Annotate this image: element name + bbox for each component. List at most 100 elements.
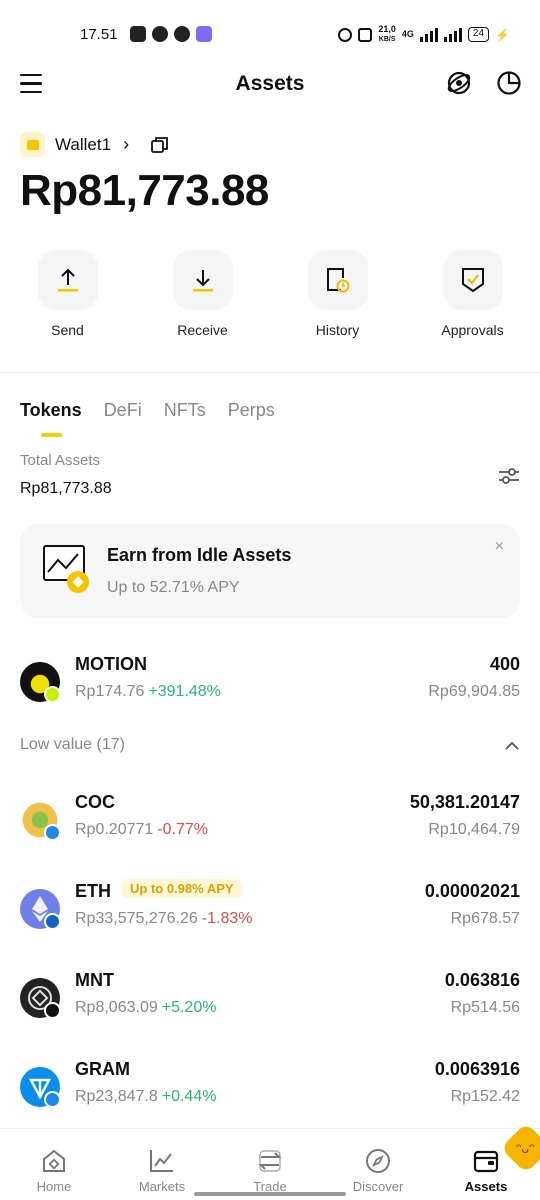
token-name: MOTION: [75, 654, 147, 674]
trade-icon: [258, 1150, 282, 1172]
status-right: 21,0 KB/S 4G 24 ⚡: [338, 25, 510, 44]
history-button[interactable]: History: [270, 250, 405, 338]
status-time: 17.51: [80, 26, 118, 43]
token-price-value: Rp33,575,276.26: [75, 910, 198, 927]
wallet-balance: Rp81,773.88: [20, 166, 269, 215]
token-value: Rp10,464.79: [428, 821, 520, 838]
net-speed-unit: KB/S: [378, 36, 396, 43]
mute-icon: [358, 27, 373, 42]
token-price-value: Rp0.20771: [75, 821, 154, 838]
nav-home-label: Home: [36, 1179, 72, 1194]
status-bar: 17.51 21,0 KB/S 4G 24 ⚡: [0, 0, 540, 68]
discord-icon: [130, 26, 146, 42]
token-amount: 0.00002021: [424, 881, 520, 901]
tab-perps[interactable]: Perps: [228, 400, 275, 421]
nav-discover-label: Discover: [352, 1179, 404, 1194]
token-row-eth[interactable]: ETH Up to 0.98% APY Rp33,575,276.26 -1.83…: [0, 879, 540, 941]
token-value: Rp69,904.85: [428, 683, 520, 700]
receive-label: Receive: [177, 322, 228, 338]
apy-badge: Up to 0.98% APY: [122, 879, 242, 898]
token-value: Rp514.56: [450, 999, 520, 1016]
earn-subtitle: Up to 52.71% APY: [107, 579, 240, 596]
token-change: +5.20%: [161, 999, 217, 1016]
nav-markets[interactable]: Markets: [108, 1129, 216, 1200]
token-value: Rp678.57: [450, 910, 520, 927]
token-price: Rp0.20771 -0.77%: [75, 821, 208, 839]
tab-tokens[interactable]: Tokens: [20, 400, 82, 437]
token-price: Rp8,063.09 +5.20%: [75, 999, 216, 1017]
signal-icon-2: [443, 27, 462, 42]
token-amount: 400: [489, 654, 520, 674]
status-notification-icons: [130, 26, 212, 42]
token-change: -1.83%: [201, 910, 253, 927]
token-price-value: Rp23,847.8: [75, 1088, 158, 1105]
token-change: +391.48%: [148, 683, 221, 700]
earn-title: Earn from Idle Assets: [107, 545, 292, 565]
total-assets-label: Total Assets: [20, 452, 101, 469]
quick-actions: Send Receive History Approvals: [0, 250, 540, 338]
token-row-mnt[interactable]: MNT Rp8,063.09 +5.20% 0.063816 Rp514.56: [0, 970, 540, 1030]
token-row-motion[interactable]: MOTION Rp174.76 +391.48% 400 Rp69,904.85: [0, 654, 540, 714]
low-value-section-header[interactable]: Low value (17): [20, 736, 520, 760]
token-price: Rp23,847.8 +0.44%: [75, 1088, 216, 1106]
pie-chart-icon[interactable]: [496, 70, 522, 96]
nav-assets-label: Assets: [464, 1179, 508, 1194]
wallet-name: Wallet1: [55, 134, 112, 154]
home-indicator[interactable]: [194, 1192, 346, 1196]
globe-network-icon[interactable]: [446, 70, 472, 96]
low-value-label: Low value (17): [20, 736, 125, 753]
ton-chain-badge-icon: [44, 1091, 61, 1108]
telegram-icon: [174, 26, 190, 42]
send-label: Send: [51, 322, 84, 338]
token-value: Rp152.42: [450, 1088, 520, 1105]
token-change: -0.77%: [157, 821, 208, 838]
smile-icon: ᵔᴗᵔ: [516, 1140, 535, 1156]
discover-icon: [366, 1149, 390, 1173]
history-label: History: [315, 322, 360, 338]
token-price: Rp174.76 +391.48%: [75, 683, 221, 701]
asset-tabs: Tokens DeFi NFTs Perps: [20, 400, 275, 437]
tab-nfts[interactable]: NFTs: [164, 400, 206, 421]
approvals-button[interactable]: Approvals: [405, 250, 540, 338]
tab-defi[interactable]: DeFi: [104, 400, 142, 421]
chevron-up-icon[interactable]: [504, 738, 520, 754]
chevron-right-icon: ›: [123, 134, 130, 154]
earn-idle-assets-card[interactable]: Earn from Idle Assets Up to 52.71% APY ×: [20, 524, 520, 618]
token-name: GRAM: [75, 1059, 130, 1079]
receive-button[interactable]: Receive: [135, 250, 270, 338]
token-row-gram[interactable]: GRAM Rp23,847.8 +0.44% 0.0063916 Rp152.42: [0, 1059, 540, 1119]
app-notification-icon: [196, 26, 212, 42]
token-amount: 50,381.20147: [409, 792, 520, 812]
wallet-icon: [20, 132, 45, 157]
send-button[interactable]: Send: [0, 250, 135, 338]
close-icon[interactable]: ×: [495, 538, 504, 556]
signal-icon: [419, 27, 438, 42]
filter-settings-icon[interactable]: [498, 465, 520, 487]
network-type: 4G: [401, 29, 414, 39]
earn-chart-icon: [43, 545, 89, 593]
chain-badge-icon: [44, 686, 61, 703]
approvals-icon: [442, 250, 503, 310]
nav-trade[interactable]: Trade: [216, 1129, 324, 1200]
nav-home[interactable]: Home: [0, 1129, 108, 1200]
copy-icon[interactable]: [151, 136, 169, 154]
token-price-value: Rp8,063.09: [75, 999, 158, 1016]
token-price-value: Rp174.76: [75, 683, 145, 700]
total-assets-value: Rp81,773.88: [20, 480, 112, 497]
alarm-icon: [338, 27, 353, 42]
assets-icon: [473, 1150, 499, 1173]
token-row-coc[interactable]: COC Rp0.20771 -0.77% 50,381.20147 Rp10,46…: [0, 792, 540, 852]
section-divider: [0, 372, 540, 373]
token-name: ETH: [75, 881, 111, 901]
token-amount: 0.0063916: [434, 1059, 520, 1079]
receive-icon: [172, 250, 233, 310]
nav-discover[interactable]: Discover: [324, 1129, 432, 1200]
whatsapp-icon: [152, 26, 168, 42]
wallet-selector[interactable]: Wallet1 ›: [20, 132, 169, 157]
approvals-label: Approvals: [441, 322, 504, 338]
chain-badge-icon: [44, 1002, 61, 1019]
token-change: +0.44%: [161, 1088, 217, 1105]
token-name: COC: [75, 792, 115, 812]
battery-icon: 24: [467, 27, 490, 42]
net-speed: 21,0 KB/S: [378, 25, 396, 44]
